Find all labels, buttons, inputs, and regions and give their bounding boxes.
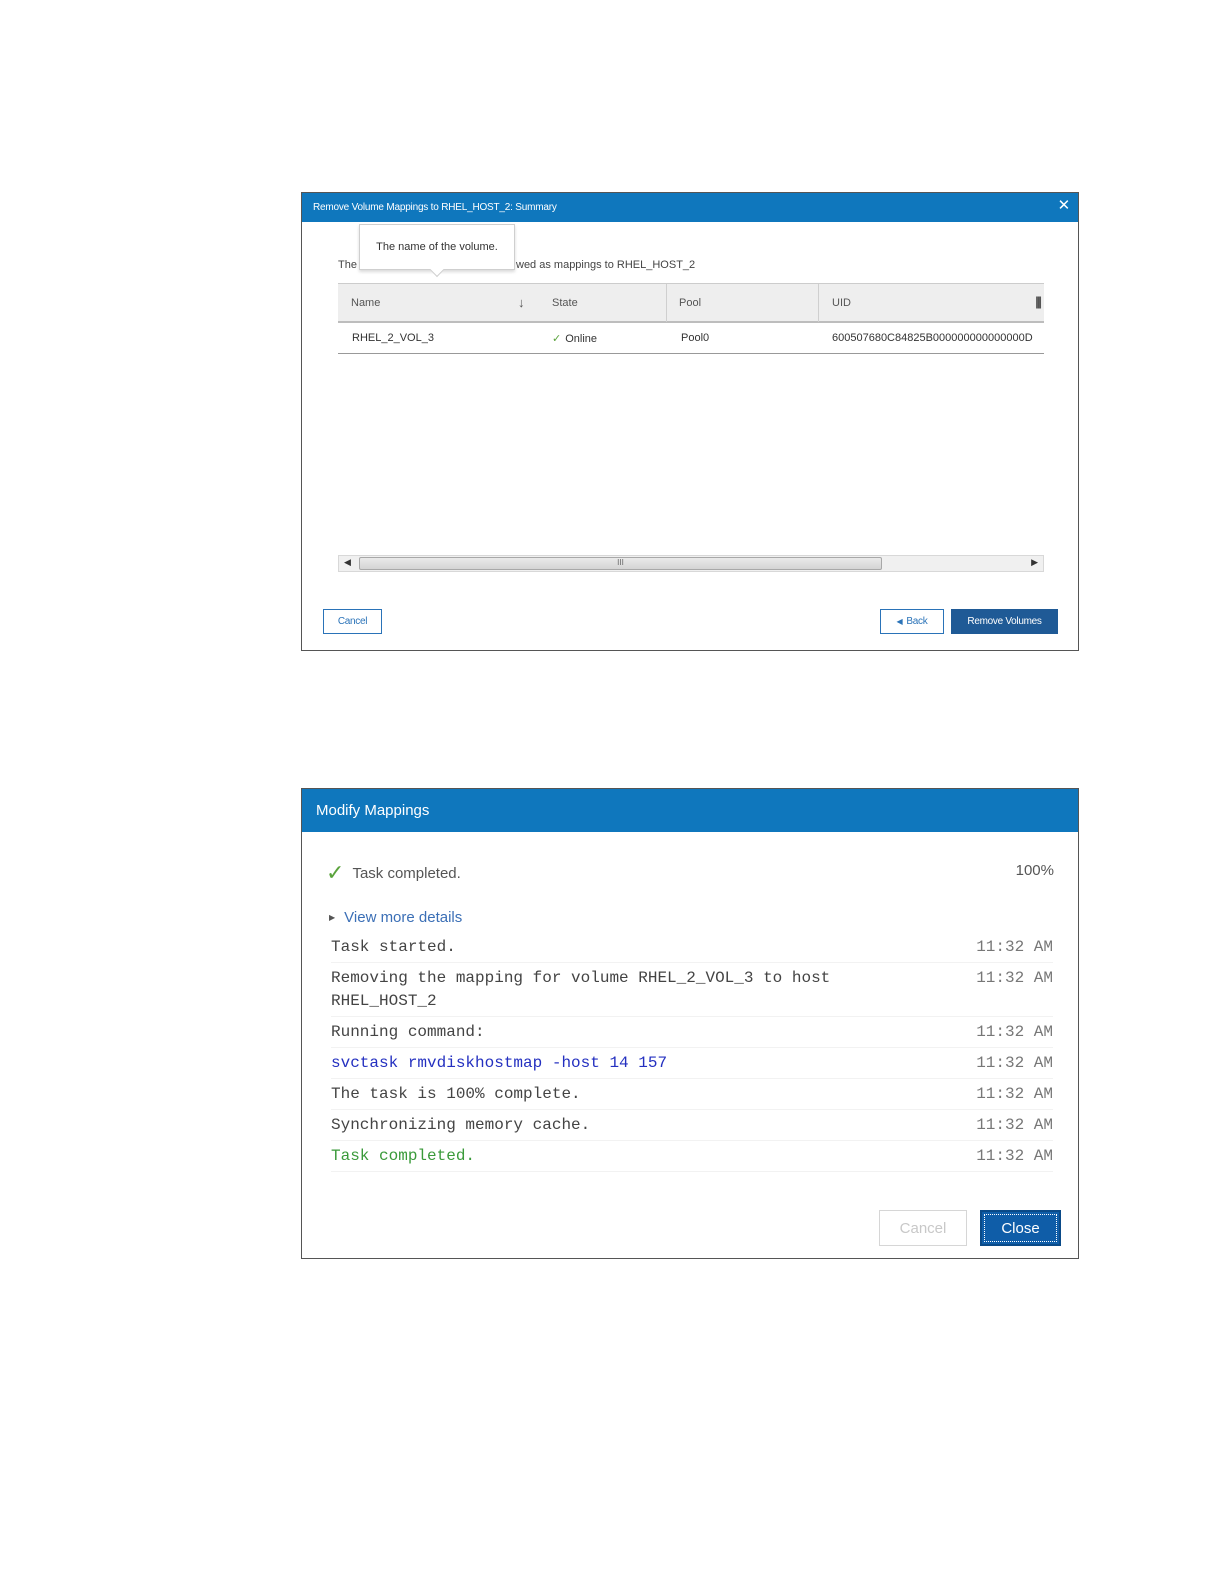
log-message: svctask rmvdiskhostmap -host 14 157 (331, 1054, 668, 1072)
cell-state: ✓ Online (552, 332, 597, 345)
log-entry: Removing the mapping for volume RHEL_2_V… (331, 963, 1053, 1017)
log-entry: Task completed. 11:32 AM (331, 1141, 1053, 1172)
log-entry: Synchronizing memory cache. 11:32 AM (331, 1110, 1053, 1141)
summary-intro-text: The wed as mappings to RHEL_HOST_2 (338, 259, 695, 271)
log-message: Task started. (331, 938, 456, 956)
column-label: UID (832, 297, 851, 309)
log-timestamp: 11:32 AM (976, 1147, 1053, 1165)
column-header-uid[interactable]: UID ||| (818, 284, 1044, 322)
dialog-title: Modify Mappings (316, 802, 430, 819)
dialog-title-bar: Modify Mappings (302, 789, 1078, 832)
column-header-name[interactable]: Name ↓ (338, 284, 538, 322)
table-header: Name ↓ State Pool UID ||| (338, 283, 1044, 323)
remove-mappings-dialog: Remove Volume Mappings to RHEL_HOST_2: S… (301, 192, 1079, 651)
log-message: Running command: (331, 1023, 485, 1041)
task-status: ✓ Task completed. (326, 860, 461, 885)
log-entry: Task started. 11:32 AM (331, 932, 1053, 963)
progress-percent: 100% (1015, 862, 1054, 879)
log-entry: svctask rmvdiskhostmap -host 14 157 11:32… (331, 1048, 1053, 1079)
column-tooltip: The name of the volume. (359, 224, 515, 270)
log-entry: The task is 100% complete. 11:32 AM (331, 1079, 1053, 1110)
column-header-pool[interactable]: Pool (666, 284, 818, 322)
scroll-left-icon[interactable]: ◀ (344, 557, 351, 568)
column-label: Name (351, 297, 381, 309)
sort-descending-icon[interactable]: ↓ (518, 295, 525, 310)
log-timestamp: 11:32 AM (976, 1116, 1053, 1134)
dialog-title: Remove Volume Mappings to RHEL_HOST_2: S… (313, 202, 557, 213)
remove-volumes-button[interactable]: Remove Volumes (951, 609, 1058, 634)
log-message: Removing the mapping for volume RHEL_2_V… (331, 969, 831, 1010)
log-timestamp: 11:32 AM (976, 1054, 1053, 1072)
intro-text-left: The (338, 259, 357, 271)
expand-triangle-icon: ▶ (329, 913, 336, 922)
intro-text-right: wed as mappings to RHEL_HOST_2 (516, 259, 696, 271)
log-message: Task completed. (331, 1147, 476, 1165)
table-row[interactable]: RHEL_2_VOL_3 ✓ Online Pool0 600507680C848… (338, 323, 1044, 354)
volumes-table: Name ↓ State Pool UID ||| RHEL_2_VOL_3 ✓… (338, 283, 1044, 354)
log-message: The task is 100% complete. (331, 1085, 581, 1103)
horizontal-scrollbar[interactable]: ◀ III ▶ (338, 555, 1044, 572)
log-timestamp: 11:32 AM (976, 938, 1053, 956)
cell-uid: 600507680C84825B000000000000000D (832, 332, 1033, 344)
dialog-title-bar: Remove Volume Mappings to RHEL_HOST_2: S… (302, 193, 1078, 222)
scrollbar-thumb[interactable]: III (359, 557, 882, 570)
details-link-label: View more details (344, 909, 463, 926)
scroll-right-icon[interactable]: ▶ (1031, 557, 1038, 568)
close-button[interactable]: Close (980, 1210, 1061, 1246)
status-text: Task completed. (352, 864, 461, 882)
column-label: State (552, 297, 578, 309)
log-timestamp: 11:32 AM (976, 1023, 1053, 1041)
cell-name: RHEL_2_VOL_3 (352, 332, 434, 344)
online-check-icon: ✓ (552, 333, 562, 345)
back-label: Back (906, 616, 928, 627)
back-button[interactable]: ◀ Back (880, 609, 944, 634)
view-more-details-link[interactable]: ▶ View more details (329, 909, 462, 926)
column-label: Pool (679, 297, 702, 309)
cancel-button[interactable]: Cancel (323, 609, 382, 634)
column-header-state[interactable]: State (538, 284, 666, 322)
cancel-button[interactable]: Cancel (879, 1210, 967, 1246)
success-check-icon: ✓ (326, 860, 345, 885)
modify-mappings-dialog: Modify Mappings ✓ Task completed. 100% ▶… (301, 788, 1079, 1259)
cell-pool: Pool0 (681, 332, 710, 344)
log-message: Synchronizing memory cache. (331, 1116, 591, 1134)
state-label: Online (565, 333, 598, 345)
log-entry: Running command: 11:32 AM (331, 1017, 1053, 1048)
back-arrow-icon: ◀ (896, 617, 903, 626)
log-timestamp: 11:32 AM (976, 969, 1053, 987)
task-log: Task started. 11:32 AM Removing the mappin… (331, 932, 1053, 1172)
close-icon[interactable]: ✕ (1058, 197, 1071, 215)
column-chooser-icon[interactable]: ||| (1035, 294, 1042, 309)
log-timestamp: 11:32 AM (976, 1085, 1053, 1103)
